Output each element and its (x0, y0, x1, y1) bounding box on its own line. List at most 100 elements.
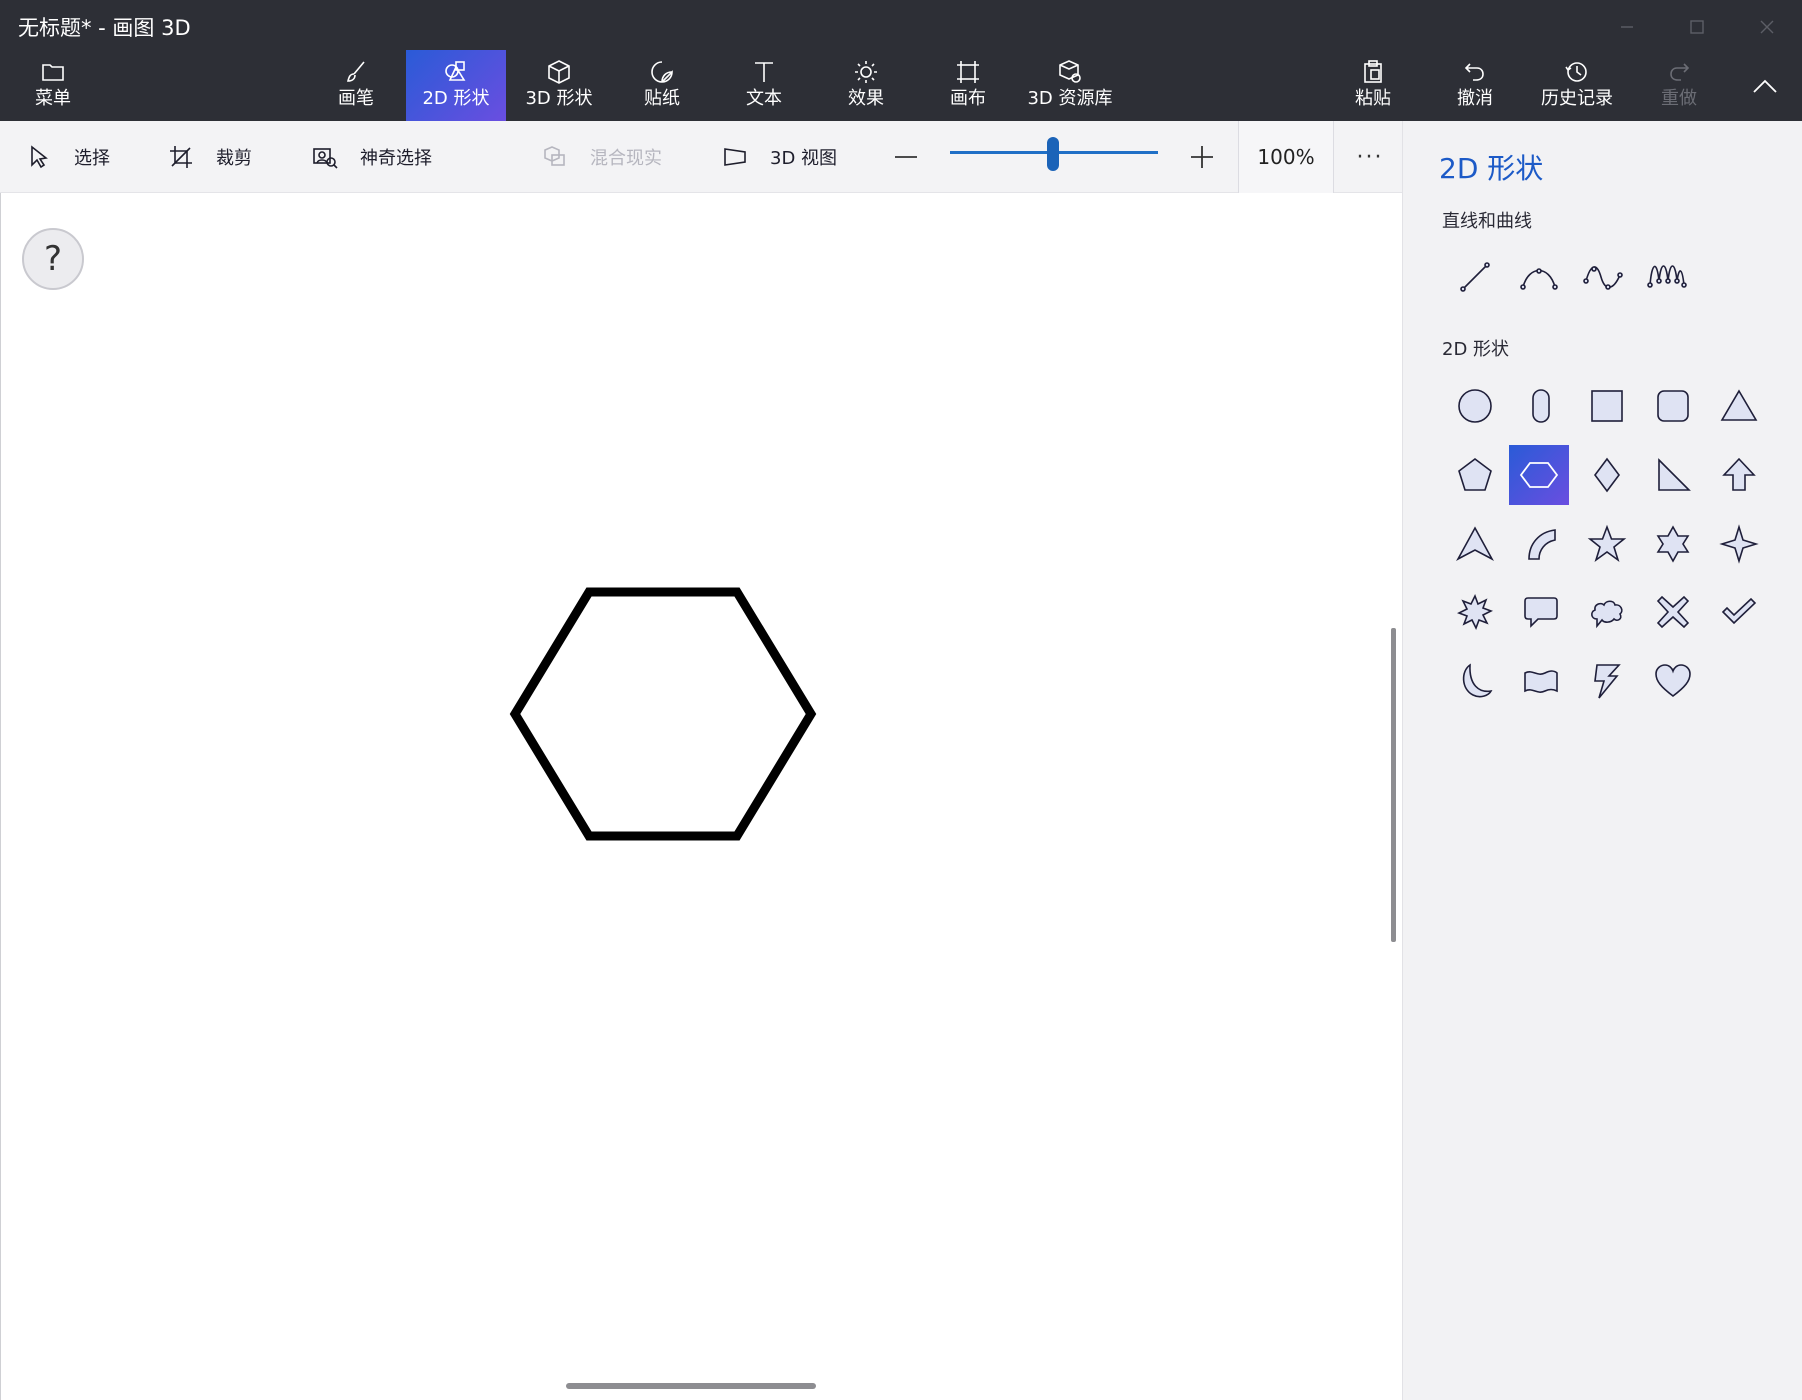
stickers-label: 贴纸 (644, 88, 680, 109)
tab-effects[interactable]: 效果 (816, 50, 916, 121)
banner-icon (1524, 670, 1558, 693)
capsule-icon (1532, 389, 1550, 423)
wave-curve-tool[interactable] (1637, 247, 1697, 307)
diamond-shape-button[interactable] (1577, 445, 1637, 505)
banner-shape-button[interactable] (1511, 651, 1571, 711)
shapes-section-label: 2D 形状 (1442, 339, 1510, 360)
square-shape-button[interactable] (1577, 376, 1637, 436)
view-3d-tool[interactable]: 3D 视图 (722, 121, 837, 193)
lightning-icon (1594, 664, 1621, 699)
pentagon-shape-button[interactable] (1445, 445, 1505, 505)
zoom-level[interactable]: 100% (1238, 121, 1334, 193)
circle-icon (1458, 389, 1492, 423)
minimize-button[interactable] (1592, 0, 1662, 54)
quarter-circle-shape-button[interactable] (1511, 514, 1571, 574)
tab-2d-shapes[interactable]: 2D 形状 (406, 50, 506, 121)
checkmark-shape-button[interactable] (1709, 582, 1769, 642)
arrow-up-icon (1722, 457, 1756, 491)
tab-text[interactable]: 文本 (714, 50, 814, 121)
shapes-2d-icon (445, 61, 466, 81)
tab-3d-shapes[interactable]: 3D 形状 (509, 50, 609, 121)
select-label: 选择 (74, 148, 110, 169)
mixed-reality-tool[interactable]: 混合现实 (542, 121, 662, 193)
mixed-reality-icon (544, 146, 565, 166)
3d-shapes-label: 3D 形状 (525, 88, 593, 109)
tab-brushes[interactable]: 画笔 (306, 50, 406, 121)
minus-icon (895, 156, 917, 158)
heart-icon (1655, 664, 1691, 698)
lightning-shape-button[interactable] (1577, 651, 1637, 711)
line-tool[interactable] (1445, 247, 1505, 307)
menu-label: 菜单 (35, 88, 71, 109)
line-icon (1460, 262, 1490, 292)
zoom-slider-thumb[interactable] (1047, 137, 1059, 171)
select-tool[interactable]: 选择 (26, 121, 110, 193)
clipboard-icon (1364, 60, 1382, 83)
undo-icon (1464, 63, 1484, 81)
paste-button[interactable]: 粘贴 (1323, 50, 1423, 121)
tab-3d-library[interactable]: 3D 资源库 (1020, 50, 1120, 121)
checkmark-icon (1721, 597, 1757, 625)
title-ribbon-bar: 无标题* - 画图 3D 菜单 画笔 2D 形状 3D 形状 贴纸 文本 效果 … (0, 0, 1802, 121)
horizontal-scrollbar[interactable] (566, 1383, 816, 1389)
chevron-up-icon (1753, 79, 1777, 93)
moon-shape-button[interactable] (1445, 651, 1505, 711)
menu-button[interactable]: 菜单 (3, 50, 103, 121)
maximize-icon (1690, 20, 1704, 34)
heart-shape-button[interactable] (1643, 651, 1703, 711)
help-button[interactable]: ? (22, 228, 84, 290)
magic-select-icon (313, 148, 338, 169)
text-label: 文本 (746, 88, 782, 109)
hexagon-shape[interactable] (500, 580, 830, 850)
x-mark-shape-button[interactable] (1643, 582, 1703, 642)
paste-label: 粘贴 (1355, 88, 1391, 109)
quarter-circle-icon (1528, 529, 1556, 560)
undo-label: 撤消 (1457, 88, 1493, 109)
history-icon (1565, 62, 1587, 82)
close-icon (1760, 20, 1774, 34)
history-button[interactable]: 历史记录 (1527, 50, 1627, 121)
triangle-icon (1720, 389, 1758, 421)
s-curve-tool[interactable] (1573, 247, 1633, 307)
library-3d-icon (1059, 60, 1081, 83)
redo-icon (1670, 63, 1690, 81)
redo-button[interactable]: 重做 (1629, 50, 1729, 121)
window-title: 无标题* - 画图 3D (18, 16, 191, 40)
zoom-in-button[interactable] (1186, 121, 1218, 193)
view-3d-icon (724, 148, 746, 166)
tab-canvas[interactable]: 画布 (918, 50, 1018, 121)
right-triangle-icon (1658, 458, 1691, 491)
crop-icon (170, 146, 192, 168)
collapse-ribbon-button[interactable] (1745, 66, 1785, 106)
brush-icon (346, 61, 365, 82)
folder-icon (42, 64, 64, 81)
text-icon (755, 62, 773, 82)
speech-bubble-shape-button[interactable] (1511, 582, 1571, 642)
tab-stickers[interactable]: 贴纸 (612, 50, 712, 121)
circle-shape-button[interactable] (1445, 376, 1505, 436)
rounded-square-shape-button[interactable] (1643, 376, 1703, 436)
triangle-shape-button[interactable] (1709, 376, 1769, 436)
curve-tool[interactable] (1509, 247, 1569, 307)
maximize-button[interactable] (1662, 0, 1732, 54)
arrow-up-shape-button[interactable] (1709, 445, 1769, 505)
hexagon-shape-button[interactable] (1509, 445, 1569, 505)
arrowhead-shape-button[interactable] (1445, 514, 1505, 574)
burst-shape-button[interactable] (1445, 582, 1505, 642)
wave-curve-icon (1647, 265, 1687, 288)
four-point-star-icon (1719, 524, 1759, 564)
vertical-scrollbar[interactable] (1391, 628, 1396, 942)
undo-button[interactable]: 撤消 (1425, 50, 1525, 121)
more-button[interactable]: ··· (1350, 121, 1390, 193)
right-triangle-shape-button[interactable] (1643, 445, 1703, 505)
star-5-shape-button[interactable] (1577, 514, 1637, 574)
capsule-shape-button[interactable] (1511, 376, 1571, 436)
star-6-shape-button[interactable] (1643, 514, 1703, 574)
star-4-shape-button[interactable] (1709, 514, 1769, 574)
magic-select-tool[interactable]: 神奇选择 (312, 121, 432, 193)
crop-tool[interactable]: 裁剪 (168, 121, 252, 193)
crop-label: 裁剪 (216, 148, 252, 169)
zoom-out-button[interactable] (890, 121, 922, 193)
close-button[interactable] (1732, 0, 1802, 54)
thought-cloud-shape-button[interactable] (1577, 582, 1637, 642)
